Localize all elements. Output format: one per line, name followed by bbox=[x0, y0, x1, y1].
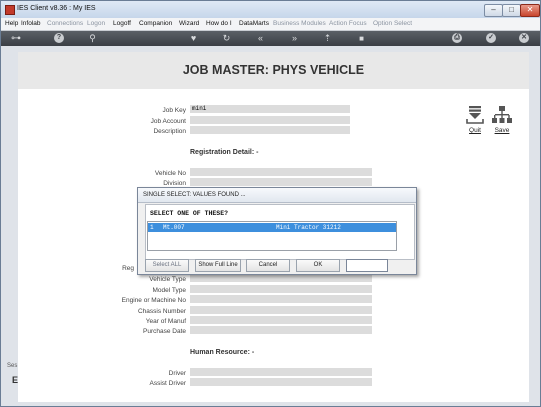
engine-no-label: Engine or Machine No bbox=[121, 297, 186, 304]
title-bar: IES Client v8.36 : My IES – □ ✕ bbox=[1, 1, 540, 18]
year-manuf-label: Year of Manuf bbox=[145, 318, 186, 325]
side-panel-text: Ses bbox=[7, 363, 18, 369]
menu-infolab[interactable]: Infolab bbox=[21, 20, 41, 27]
chassis-no-label: Chassis Number bbox=[137, 308, 186, 315]
show-full-line-button[interactable]: Show Full Line bbox=[195, 259, 241, 272]
row-name: Mini Tractor 31212 bbox=[276, 224, 341, 231]
toolbar: ⊶ ? ⚲ ♥ ↻ « » ⇡ ■ ⎙ ✓ ✕ bbox=[1, 31, 540, 46]
assist-driver-label: Assist Driver bbox=[149, 380, 186, 387]
rewind-icon[interactable]: « bbox=[255, 33, 266, 44]
maximize-button[interactable]: □ bbox=[502, 4, 521, 17]
check-icon[interactable]: ✓ bbox=[486, 33, 496, 43]
vehicle-type-label: Vehicle Type bbox=[149, 276, 186, 283]
vehicle-type-field[interactable] bbox=[190, 274, 372, 282]
menu-companion[interactable]: Companion bbox=[139, 20, 172, 27]
job-key-label: Job Key bbox=[162, 107, 187, 114]
values-list[interactable]: 1 Mt.007 Mini Tractor 31212 bbox=[147, 221, 397, 251]
menu-wizard[interactable]: Wizard bbox=[179, 20, 199, 27]
quit-label: Quit bbox=[469, 127, 481, 134]
search-icon[interactable]: ⚲ bbox=[87, 33, 98, 44]
dialog-title-bar: SINGLE SELECT: VALUES FOUND ... bbox=[138, 188, 416, 203]
vehicle-no-label: Vehicle No bbox=[154, 170, 186, 177]
menu-how-do-i[interactable]: How do I bbox=[206, 20, 232, 27]
menu-datamarts[interactable]: DataMarts bbox=[239, 20, 269, 27]
minimize-button[interactable]: – bbox=[484, 4, 503, 17]
job-account-field[interactable] bbox=[190, 116, 350, 124]
menu-logon[interactable]: Logon bbox=[87, 20, 105, 27]
purchase-date-field[interactable] bbox=[190, 326, 372, 334]
description-field[interactable] bbox=[190, 126, 350, 134]
division-field[interactable] bbox=[190, 178, 372, 186]
quit-button[interactable]: Quit bbox=[462, 105, 488, 134]
ok-button[interactable]: OK bbox=[296, 259, 340, 272]
app-icon bbox=[5, 5, 15, 15]
dialog-prompt: SELECT ONE OF THESE? bbox=[150, 210, 229, 217]
menu-bar: Help Infolab Connections Logon Logoff Co… bbox=[1, 18, 540, 31]
job-key-field[interactable]: mini bbox=[190, 105, 350, 113]
registration-section-heading: Registration Detail: - bbox=[190, 149, 259, 156]
driver-field[interactable] bbox=[190, 368, 372, 376]
heart-icon[interactable]: ♥ bbox=[188, 33, 199, 44]
description-label: Description bbox=[153, 128, 186, 135]
chassis-no-field[interactable] bbox=[190, 306, 372, 314]
list-item-selected[interactable]: 1 Mt.007 Mini Tractor 31212 bbox=[148, 223, 396, 232]
upload-icon[interactable]: ⇡ bbox=[322, 33, 333, 44]
menu-option-select[interactable]: Option Select bbox=[373, 20, 412, 27]
print-icon[interactable]: ⎙ bbox=[452, 33, 462, 43]
vehicle-no-field[interactable] bbox=[190, 168, 372, 176]
key-icon[interactable]: ⊶ bbox=[7, 33, 25, 44]
dialog-content: SELECT ONE OF THESE? 1 Mt.007 Mini Tract… bbox=[145, 204, 415, 260]
refresh-icon[interactable]: ↻ bbox=[221, 33, 232, 44]
download-tray-icon bbox=[466, 106, 484, 124]
window-title: IES Client v8.36 : My IES bbox=[17, 5, 96, 12]
purchase-date-label: Purchase Date bbox=[143, 328, 186, 335]
single-select-dialog: SINGLE SELECT: VALUES FOUND ... SELECT O… bbox=[137, 187, 417, 275]
help-icon[interactable]: ? bbox=[54, 33, 64, 43]
close-button[interactable]: ✕ bbox=[520, 4, 540, 17]
save-button[interactable]: Save bbox=[489, 105, 515, 134]
row-index: 1 bbox=[150, 224, 154, 231]
division-label: Division bbox=[163, 180, 186, 187]
year-manuf-field[interactable] bbox=[190, 316, 372, 324]
model-type-label: Model Type bbox=[152, 287, 186, 294]
row-code: Mt.007 bbox=[163, 224, 185, 231]
close-icon[interactable]: ✕ bbox=[519, 33, 529, 43]
menu-help[interactable]: Help bbox=[5, 20, 18, 27]
model-type-field[interactable] bbox=[190, 285, 372, 293]
human-resource-section-heading: Human Resource: - bbox=[190, 349, 255, 356]
driver-label: Driver bbox=[168, 370, 186, 377]
select-all-button[interactable]: Select ALL bbox=[145, 259, 189, 272]
forward-icon[interactable]: » bbox=[289, 33, 300, 44]
assist-driver-field[interactable] bbox=[190, 378, 372, 386]
engine-no-field[interactable] bbox=[190, 295, 372, 303]
menu-business-modules[interactable]: Business Modules bbox=[273, 20, 326, 27]
job-account-label: Job Account bbox=[150, 118, 186, 125]
reg-label: Reg bbox=[122, 265, 134, 272]
menu-action-focus[interactable]: Action Focus bbox=[329, 20, 367, 27]
dialog-title: SINGLE SELECT: VALUES FOUND ... bbox=[143, 192, 246, 198]
side-panel-letter: E bbox=[12, 375, 19, 385]
save-label: Save bbox=[494, 127, 510, 134]
menu-logoff[interactable]: Logoff bbox=[113, 20, 131, 27]
stop-icon[interactable]: ■ bbox=[356, 33, 367, 44]
menu-connections[interactable]: Connections bbox=[47, 20, 83, 27]
cancel-button[interactable]: Cancel bbox=[246, 259, 290, 272]
hierarchy-icon bbox=[492, 106, 512, 123]
dialog-input-field[interactable] bbox=[346, 259, 388, 272]
page-title: JOB MASTER: PHYS VEHICLE bbox=[182, 63, 365, 77]
